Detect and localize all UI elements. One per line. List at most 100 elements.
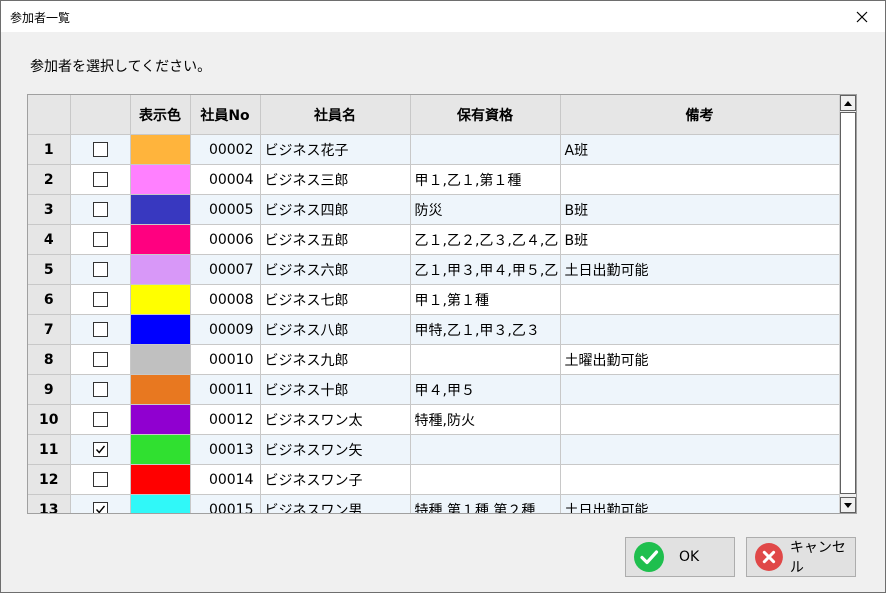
employee-name-cell[interactable]: ビジネス九郎 (260, 344, 411, 375)
table-row[interactable]: 9 00011 ビジネス十郎 甲４,甲５ (28, 374, 840, 405)
header-qualification[interactable]: 保有資格 (410, 95, 561, 135)
vertical-scrollbar[interactable] (839, 95, 856, 513)
employee-name-cell[interactable]: ビジネス六郎 (260, 254, 411, 285)
qualification-cell[interactable] (410, 134, 561, 165)
select-checkbox[interactable] (92, 142, 108, 157)
employee-no-cell[interactable]: 00013 (190, 434, 261, 465)
color-cell[interactable] (130, 374, 191, 405)
table-row[interactable]: 7 00009 ビジネス八郎 甲特,乙１,甲３,乙３ (28, 314, 840, 345)
select-checkbox[interactable] (92, 172, 108, 187)
employee-no-cell[interactable]: 00009 (190, 314, 261, 345)
employee-name-cell[interactable]: ビジネスワン男 (260, 494, 411, 513)
employee-no-cell[interactable]: 00014 (190, 464, 261, 495)
select-checkbox[interactable] (92, 502, 108, 513)
employee-name-cell[interactable]: ビジネス十郎 (260, 374, 411, 405)
employee-name-cell[interactable]: ビジネス三郎 (260, 164, 411, 195)
select-checkbox[interactable] (92, 412, 108, 427)
color-cell[interactable] (130, 464, 191, 495)
note-cell[interactable]: 土日出勤可能 (560, 494, 840, 513)
select-checkbox[interactable] (92, 292, 108, 307)
table-row[interactable]: 1 00002 ビジネス花子 A班 (28, 134, 840, 165)
header-note[interactable]: 備考 (560, 95, 840, 135)
qualification-cell[interactable]: 甲特,乙１,甲３,乙３ (410, 314, 561, 345)
color-cell[interactable] (130, 494, 191, 513)
note-cell[interactable]: 土曜出勤可能 (560, 344, 840, 375)
color-cell[interactable] (130, 404, 191, 435)
employee-no-cell[interactable]: 00008 (190, 284, 261, 315)
note-cell[interactable] (560, 404, 840, 435)
table-row[interactable]: 11 00013 ビジネスワン矢 (28, 434, 840, 465)
cancel-button[interactable]: キャンセル (746, 537, 856, 577)
color-cell[interactable] (130, 344, 191, 375)
note-cell[interactable]: 土日出勤可能 (560, 254, 840, 285)
color-cell[interactable] (130, 164, 191, 195)
note-cell[interactable] (560, 374, 840, 405)
note-cell[interactable] (560, 164, 840, 195)
employee-name-cell[interactable]: ビジネス五郎 (260, 224, 411, 255)
qualification-cell[interactable]: 乙１,乙２,乙３,乙４,乙 (410, 224, 561, 255)
scroll-thumb[interactable] (840, 112, 856, 494)
employee-name-cell[interactable]: ビジネス八郎 (260, 314, 411, 345)
color-cell[interactable] (130, 434, 191, 465)
table-row[interactable]: 5 00007 ビジネス六郎 乙１,甲３,甲４,甲５,乙 土日出勤可能 (28, 254, 840, 285)
employee-no-cell[interactable]: 00002 (190, 134, 261, 165)
color-cell[interactable] (130, 254, 191, 285)
qualification-cell[interactable]: 特種,防火 (410, 404, 561, 435)
qualification-cell[interactable]: 防災 (410, 194, 561, 225)
table-row[interactable]: 4 00006 ビジネス五郎 乙１,乙２,乙３,乙４,乙 B班 (28, 224, 840, 255)
qualification-cell[interactable]: 甲１,乙１,第１種 (410, 164, 561, 195)
employee-no-cell[interactable]: 00004 (190, 164, 261, 195)
ok-button[interactable]: OK (625, 537, 735, 577)
employee-no-cell[interactable]: 00012 (190, 404, 261, 435)
employee-name-cell[interactable]: ビジネス四郎 (260, 194, 411, 225)
select-checkbox[interactable] (92, 202, 108, 217)
employee-name-cell[interactable]: ビジネスワン矢 (260, 434, 411, 465)
header-color[interactable]: 表示色 (130, 95, 191, 135)
qualification-cell[interactable]: 甲４,甲５ (410, 374, 561, 405)
note-cell[interactable] (560, 314, 840, 345)
select-checkbox[interactable] (92, 382, 108, 397)
table-row[interactable]: 10 00012 ビジネスワン太 特種,防火 (28, 404, 840, 435)
note-cell[interactable]: B班 (560, 224, 840, 255)
note-cell[interactable] (560, 284, 840, 315)
select-checkbox[interactable] (92, 322, 108, 337)
table-row[interactable]: 2 00004 ビジネス三郎 甲１,乙１,第１種 (28, 164, 840, 195)
color-cell[interactable] (130, 194, 191, 225)
qualification-cell[interactable] (410, 344, 561, 375)
close-button[interactable] (839, 1, 885, 33)
select-checkbox[interactable] (92, 472, 108, 487)
employee-no-cell[interactable]: 00007 (190, 254, 261, 285)
table-row[interactable]: 8 00010 ビジネス九郎 土曜出勤可能 (28, 344, 840, 375)
color-cell[interactable] (130, 134, 191, 165)
qualification-cell[interactable]: 乙１,甲３,甲４,甲５,乙 (410, 254, 561, 285)
employee-no-cell[interactable]: 00006 (190, 224, 261, 255)
color-cell[interactable] (130, 224, 191, 255)
select-checkbox[interactable] (92, 232, 108, 247)
employee-name-cell[interactable]: ビジネス七郎 (260, 284, 411, 315)
select-checkbox[interactable] (92, 442, 108, 457)
note-cell[interactable] (560, 434, 840, 465)
color-cell[interactable] (130, 284, 191, 315)
table-row[interactable]: 6 00008 ビジネス七郎 甲１,第１種 (28, 284, 840, 315)
table-row[interactable]: 13 00015 ビジネスワン男 特種,第１種,第２種 土日出勤可能 (28, 494, 840, 513)
scroll-up-button[interactable] (840, 95, 856, 111)
employee-no-cell[interactable]: 00010 (190, 344, 261, 375)
qualification-cell[interactable] (410, 464, 561, 495)
scroll-down-button[interactable] (840, 497, 856, 513)
participant-grid[interactable]: 表示色 社員No 社員名 保有資格 備考 1 00002 ビジネス花子 A班 2 0000… (27, 94, 857, 514)
note-cell[interactable]: B班 (560, 194, 840, 225)
qualification-cell[interactable]: 甲１,第１種 (410, 284, 561, 315)
select-checkbox[interactable] (92, 262, 108, 277)
qualification-cell[interactable]: 特種,第１種,第２種 (410, 494, 561, 513)
employee-no-cell[interactable]: 00005 (190, 194, 261, 225)
header-employee-no[interactable]: 社員No (190, 95, 261, 135)
table-row[interactable]: 3 00005 ビジネス四郎 防災 B班 (28, 194, 840, 225)
table-row[interactable]: 12 00014 ビジネスワン子 (28, 464, 840, 495)
header-employee-name[interactable]: 社員名 (260, 95, 411, 135)
employee-no-cell[interactable]: 00015 (190, 494, 261, 513)
employee-name-cell[interactable]: ビジネス花子 (260, 134, 411, 165)
employee-name-cell[interactable]: ビジネスワン子 (260, 464, 411, 495)
note-cell[interactable] (560, 464, 840, 495)
employee-name-cell[interactable]: ビジネスワン太 (260, 404, 411, 435)
select-checkbox[interactable] (92, 352, 108, 367)
